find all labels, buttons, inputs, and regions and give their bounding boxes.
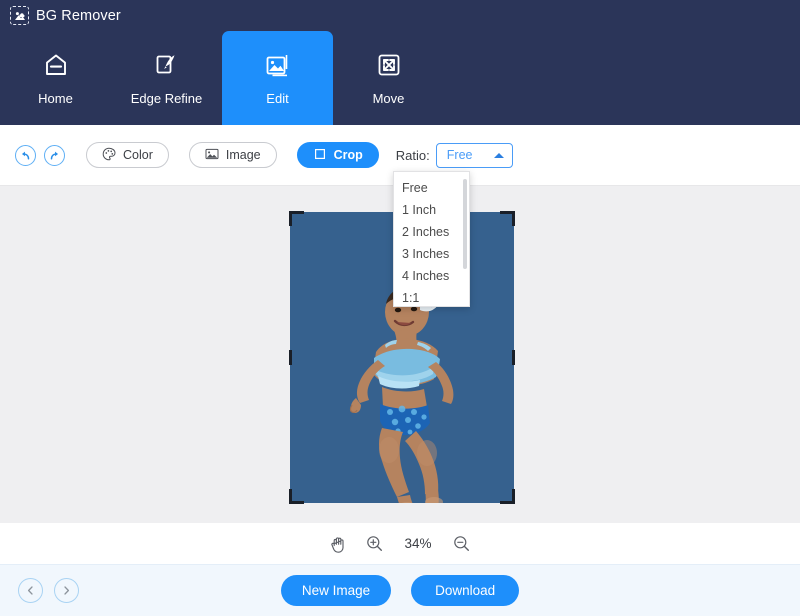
nav-item-home[interactable]: Home xyxy=(0,31,111,125)
crop-square-icon xyxy=(313,147,327,164)
image-cloud-icon xyxy=(10,6,29,25)
ratio-option-2-inches[interactable]: 2 Inches xyxy=(394,221,469,243)
brand: BG Remover xyxy=(10,6,121,25)
palette-icon xyxy=(102,147,116,164)
move-arrows-icon xyxy=(375,51,403,79)
app-title: BG Remover xyxy=(36,7,121,24)
ratio-select[interactable]: Free xyxy=(435,142,513,168)
nav-item-move[interactable]: Move xyxy=(333,31,444,125)
zoom-toolbar: 34% xyxy=(0,523,800,564)
pen-square-icon xyxy=(153,51,181,79)
zoom-level: 34% xyxy=(404,536,432,551)
ratio-option-free[interactable]: Free xyxy=(394,177,469,199)
app-header: BG Remover Home Edge Refine Edit Move xyxy=(0,0,800,125)
ratio-label: Ratio: xyxy=(395,147,430,163)
ratio-selected-value: Free xyxy=(446,148,473,162)
image-edit-icon xyxy=(264,51,292,79)
footer-actions: New Image Download xyxy=(0,575,800,606)
nav-label-home: Home xyxy=(38,90,73,106)
zoom-out-icon[interactable] xyxy=(453,535,470,552)
crop-handle-bottom-left[interactable] xyxy=(289,489,304,504)
bg-remover-app: BG Remover Home Edge Refine Edit Move Co… xyxy=(0,0,800,616)
main-nav: Home Edge Refine Edit Move xyxy=(0,31,444,125)
history-controls xyxy=(15,144,65,166)
nav-item-edge-refine[interactable]: Edge Refine xyxy=(111,31,222,125)
zoom-in-icon[interactable] xyxy=(366,535,383,552)
redo-icon[interactable] xyxy=(44,144,65,166)
ratio-dropdown-menu[interactable]: Free 1 Inch 2 Inches 3 Inches 4 Inches 1… xyxy=(393,171,470,307)
download-button[interactable]: Download xyxy=(411,575,520,606)
nav-label-edit: Edit xyxy=(266,90,289,106)
crop-handle-top-right[interactable] xyxy=(500,211,515,226)
ratio-option-1-1[interactable]: 1:1 xyxy=(394,287,469,306)
home-icon xyxy=(42,51,70,79)
ratio-control: Ratio: Free xyxy=(395,142,513,168)
crop-handle-middle-left[interactable] xyxy=(289,350,292,365)
ratio-option-4-inches[interactable]: 4 Inches xyxy=(394,265,469,287)
color-button[interactable]: Color xyxy=(86,142,169,168)
new-image-button[interactable]: New Image xyxy=(280,575,392,606)
ratio-option-list: Free 1 Inch 2 Inches 3 Inches 4 Inches 1… xyxy=(394,172,469,306)
image-button[interactable]: Image xyxy=(188,142,277,168)
nav-item-edit[interactable]: Edit xyxy=(222,31,333,125)
crop-button[interactable]: Crop xyxy=(296,142,379,168)
nav-label-edge-refine: Edge Refine xyxy=(130,90,203,106)
crop-button-label: Crop xyxy=(333,148,363,162)
footer-bar: New Image Download xyxy=(0,564,800,616)
dropdown-scrollbar-thumb[interactable] xyxy=(463,179,467,269)
crop-handle-top-left[interactable] xyxy=(289,211,304,226)
picture-icon xyxy=(205,147,219,164)
ratio-option-3-inches[interactable]: 3 Inches xyxy=(394,243,469,265)
color-button-label: Color xyxy=(123,148,153,162)
nav-label-move: Move xyxy=(372,90,405,106)
undo-icon[interactable] xyxy=(15,144,36,166)
crop-handle-middle-right[interactable] xyxy=(512,350,515,365)
image-button-label: Image xyxy=(225,148,261,162)
caret-up-icon xyxy=(493,152,504,158)
hand-icon[interactable] xyxy=(330,535,347,553)
ratio-option-1-inch[interactable]: 1 Inch xyxy=(394,199,469,221)
crop-handle-bottom-right[interactable] xyxy=(500,489,515,504)
